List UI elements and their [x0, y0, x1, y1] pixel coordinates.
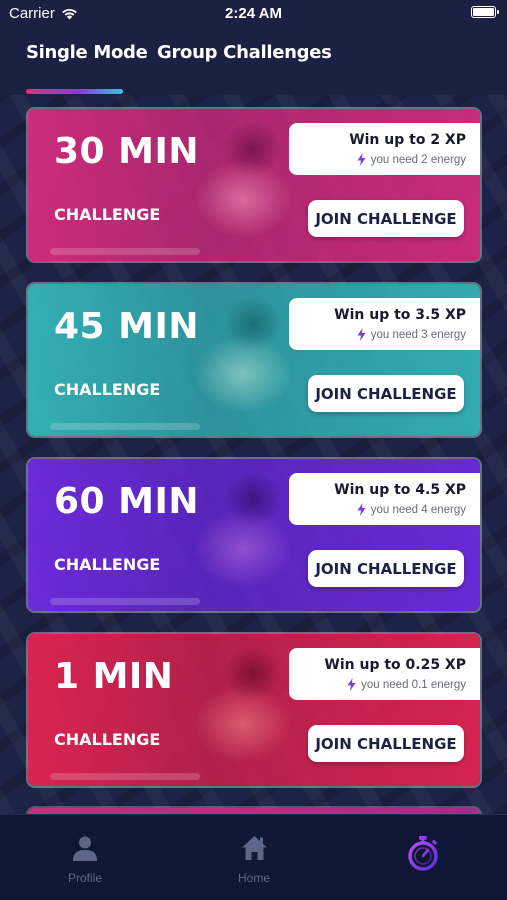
active-tab-indicator: [26, 89, 123, 94]
lightning-icon: [357, 503, 366, 516]
energy-requirement: you need 4 energy: [357, 503, 466, 516]
energy-requirement: you need 0.1 energy: [347, 678, 466, 691]
nav-profile-label: Profile: [67, 871, 102, 885]
energy-text: you need 4 energy: [370, 503, 466, 516]
reward-box: Win up to 0.25 XP you need 0.1 energy: [289, 648, 480, 700]
xp-reward: Win up to 2 XP: [349, 132, 466, 148]
bench-bar: [50, 423, 200, 430]
mode-tabs: Single Mode Group Challenges: [0, 42, 507, 82]
xp-reward: Win up to 0.25 XP: [324, 657, 466, 673]
bottom-nav: Profile Home: [0, 814, 507, 900]
energy-text: you need 3 energy: [370, 328, 466, 341]
challenge-card-60min[interactable]: 60 MIN CHALLENGE Win up to 4.5 XP you ne…: [26, 457, 482, 613]
energy-text: you need 2 energy: [370, 153, 466, 166]
lightning-icon: [357, 328, 366, 341]
reward-box: Win up to 2 XP you need 2 energy: [289, 123, 480, 175]
reward-box: Win up to 3.5 XP you need 3 energy: [289, 298, 480, 350]
person-icon: [73, 836, 97, 861]
join-challenge-button[interactable]: JOIN CHALLENGE: [308, 725, 464, 762]
energy-text: you need 0.1 energy: [361, 678, 466, 691]
bench-bar: [50, 248, 200, 255]
status-bar: Carrier 2:24 AM: [0, 0, 507, 28]
clock: 2:24 AM: [225, 5, 282, 22]
card-subtitle: CHALLENGE: [54, 555, 161, 574]
join-challenge-button[interactable]: JOIN CHALLENGE: [308, 550, 464, 587]
energy-requirement: you need 3 energy: [357, 328, 466, 341]
xp-reward: Win up to 3.5 XP: [334, 307, 466, 323]
tab-single-mode[interactable]: Single Mode: [26, 42, 148, 63]
battery-icon: [471, 6, 499, 18]
tab-group-challenges[interactable]: Group Challenges: [157, 42, 332, 63]
card-title: 30 MIN: [54, 131, 199, 172]
nav-home-label: Home: [237, 871, 270, 885]
card-title: 60 MIN: [54, 481, 199, 522]
challenge-card-1min[interactable]: 1 MIN CHALLENGE Win up to 0.25 XP you ne…: [26, 632, 482, 788]
nav-challenges[interactable]: [383, 835, 463, 875]
join-challenge-button[interactable]: JOIN CHALLENGE: [308, 200, 464, 237]
join-challenge-button[interactable]: JOIN CHALLENGE: [308, 375, 464, 412]
lightning-icon: [347, 678, 356, 691]
header: Carrier 2:24 AM Single Mode Group Challe…: [0, 0, 507, 95]
lightning-icon: [357, 153, 366, 166]
card-title: 45 MIN: [54, 306, 199, 347]
card-title: 1 MIN: [54, 656, 174, 697]
challenge-card-45min[interactable]: 45 MIN CHALLENGE Win up to 3.5 XP you ne…: [26, 282, 482, 438]
energy-requirement: you need 2 energy: [357, 153, 466, 166]
challenge-card-30min[interactable]: 30 MIN CHALLENGE Win up to 2 XP you need…: [26, 107, 482, 263]
stopwatch-icon: [408, 836, 438, 871]
card-subtitle: CHALLENGE: [54, 380, 161, 399]
card-subtitle: CHALLENGE: [54, 205, 161, 224]
nav-home[interactable]: Home: [214, 835, 294, 885]
bench-bar: [50, 773, 200, 780]
xp-reward: Win up to 4.5 XP: [334, 482, 466, 498]
home-icon: [241, 836, 267, 860]
bench-bar: [50, 598, 200, 605]
nav-profile[interactable]: Profile: [45, 835, 125, 885]
reward-box: Win up to 4.5 XP you need 4 energy: [289, 473, 480, 525]
card-subtitle: CHALLENGE: [54, 730, 161, 749]
